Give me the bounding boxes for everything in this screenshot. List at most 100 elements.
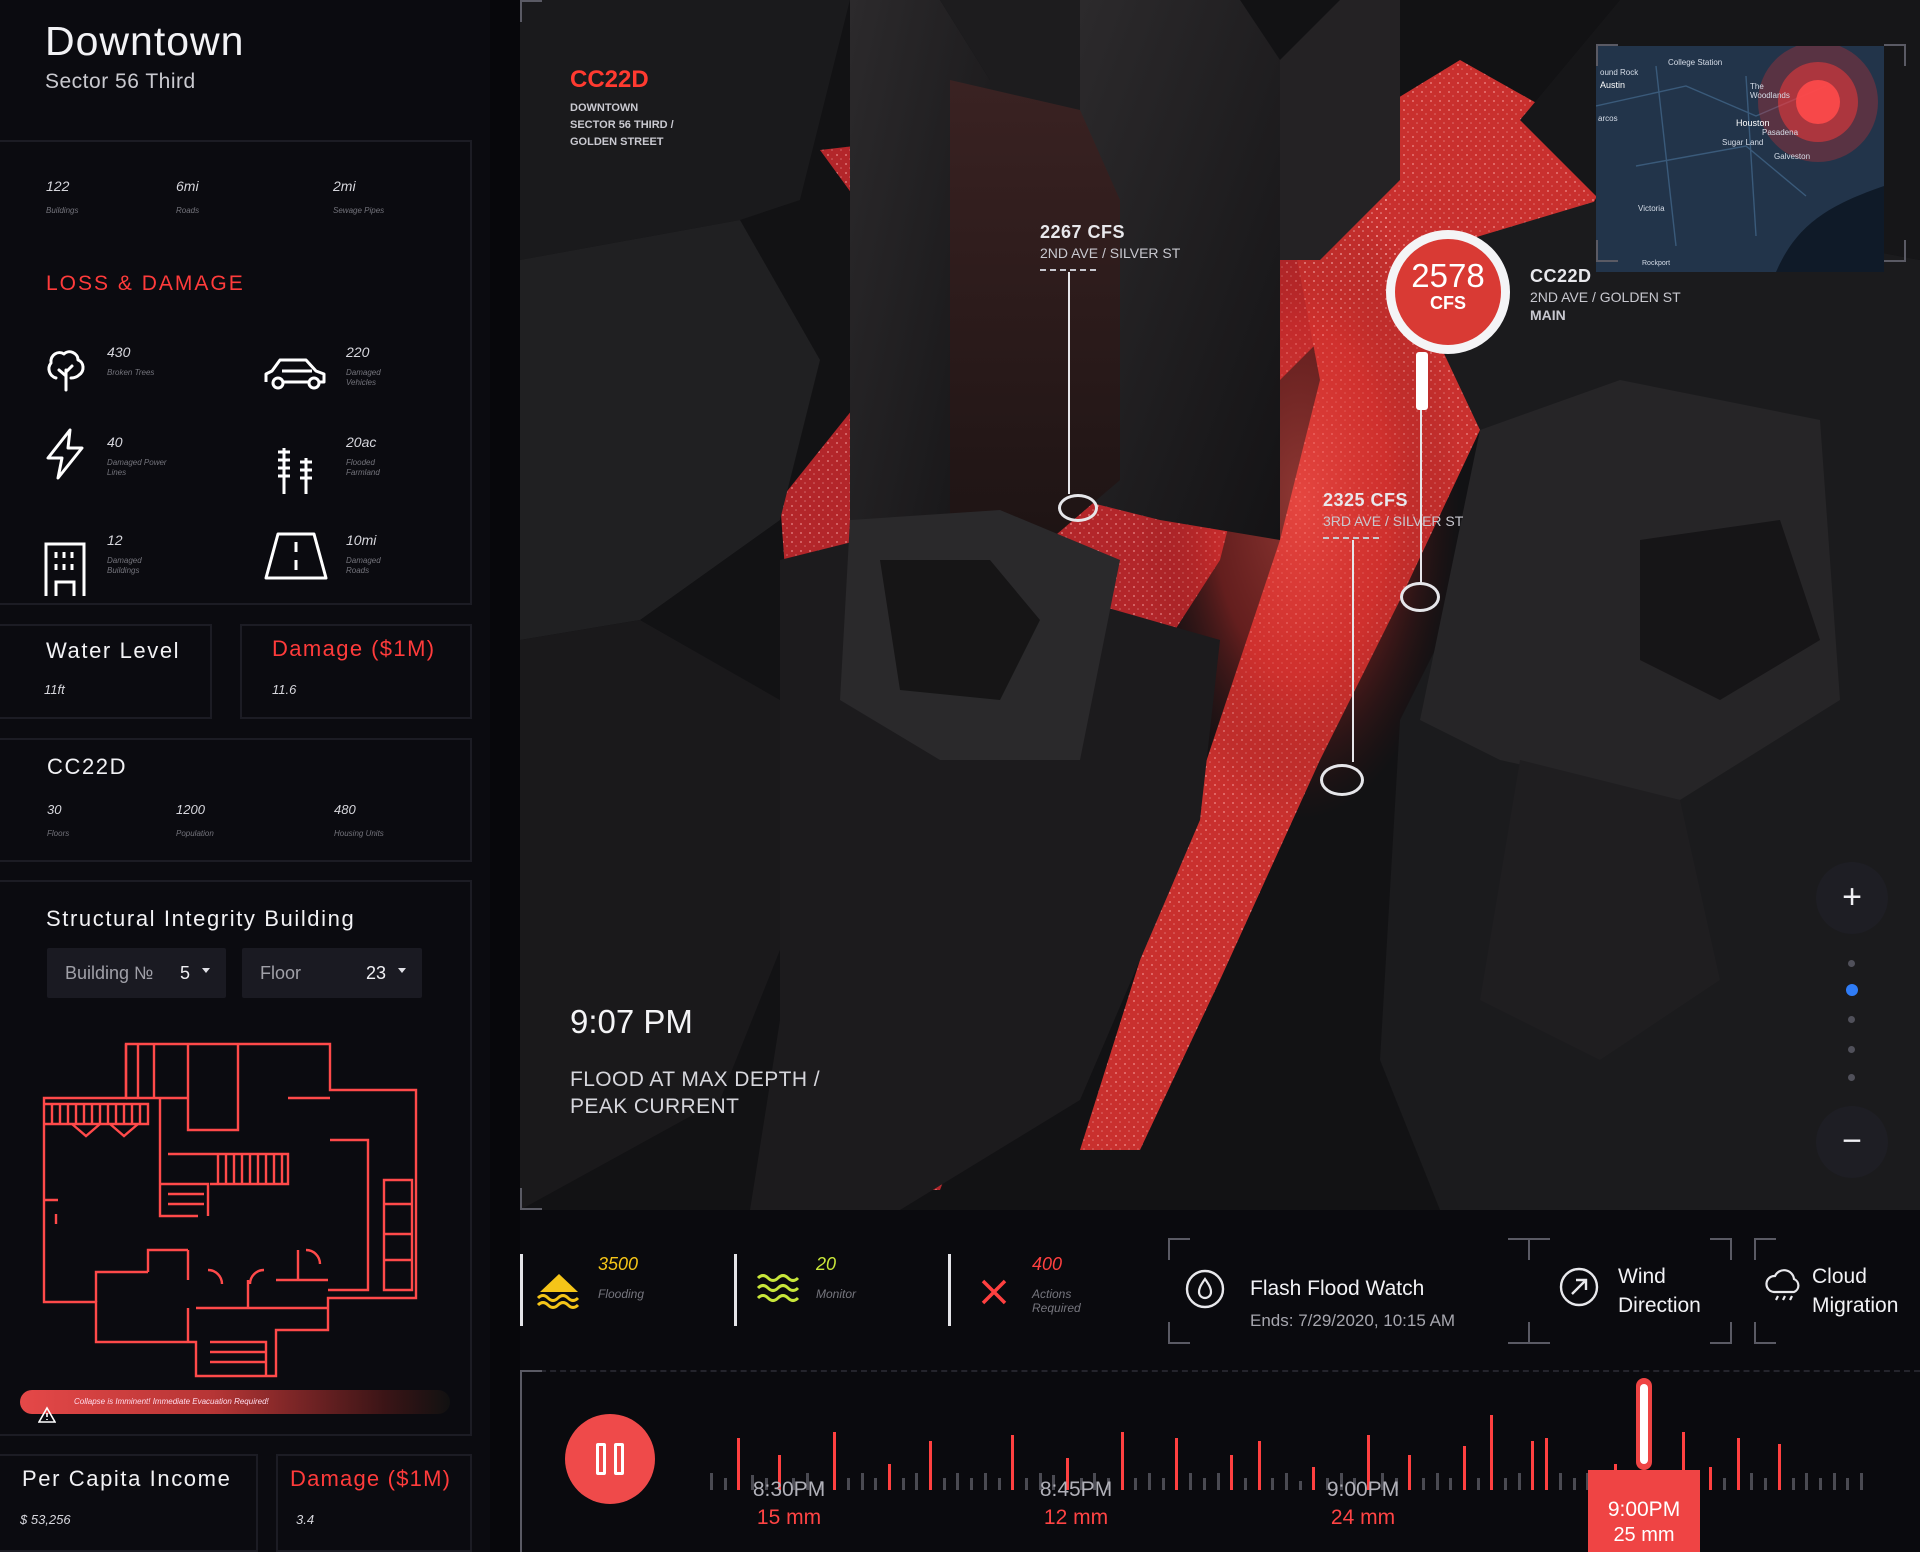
page-title: Downtown <box>45 18 245 64</box>
timeline-tick <box>887 1464 891 1490</box>
timeline-tick <box>970 1478 974 1490</box>
timeline-scrubber-handle[interactable] <box>1636 1378 1652 1470</box>
collapse-alert-bar: Collapse is Imminent! Immediate Evacuati… <box>20 1390 450 1414</box>
cloud-rain-icon[interactable] <box>1764 1266 1804 1306</box>
timeline-tick <box>942 1478 946 1490</box>
flash-flood-title[interactable]: Flash Flood Watch <box>1250 1274 1424 1303</box>
timeline-mm-3: 24 mm <box>1330 1506 1396 1529</box>
marker-line-2325 <box>1352 540 1354 762</box>
current-time: 9:07 PM <box>570 1003 693 1040</box>
damage-title-bottom: Damage ($1M) <box>290 1466 452 1491</box>
car-icon <box>262 348 330 396</box>
per-capita-value: $ 53,256 <box>20 1512 71 1527</box>
timeline-tick <box>1504 1478 1508 1490</box>
lightning-icon <box>38 426 94 482</box>
timeline-tick <box>710 1473 713 1490</box>
zoom-in-button[interactable]: + <box>1816 862 1888 934</box>
location-address: DOWNTOWN SECTOR 56 THIRD / GOLDEN STREET <box>570 102 674 148</box>
timeline-time-1: 8:30PM <box>752 1478 826 1501</box>
main-marker-line <box>1420 390 1422 584</box>
timeline-tick <box>1257 1441 1261 1490</box>
main-marker-stem <box>1416 352 1428 410</box>
legend-actions: 400 Actions Required <box>1032 1254 1081 1316</box>
timeline-tick <box>1161 1478 1165 1490</box>
timeline-tick <box>1271 1478 1275 1490</box>
building-number-dropdown[interactable]: Building № 5 <box>47 948 226 998</box>
water-drop-icon[interactable] <box>1184 1268 1226 1310</box>
location-code: CC22D <box>570 66 649 93</box>
marker-label-2267: 2267 CFS 2ND AVE / SILVER ST <box>1040 222 1180 271</box>
zoom-level-dot[interactable] <box>1848 960 1855 967</box>
floor-plan <box>42 1042 418 1378</box>
timeline-tick <box>1791 1478 1795 1490</box>
timeline-tick <box>846 1478 850 1490</box>
wind-arrow-icon[interactable] <box>1558 1266 1600 1308</box>
flood-icon <box>536 1274 580 1309</box>
pause-button[interactable] <box>565 1414 655 1504</box>
timeline-tick <box>1011 1435 1015 1490</box>
waves-icon <box>756 1274 800 1302</box>
timeline-tick <box>860 1473 864 1490</box>
timeline-tick <box>1148 1473 1152 1490</box>
timeline-tick <box>1421 1478 1425 1490</box>
warning-icon <box>38 1406 56 1423</box>
chevron-down-icon <box>202 968 210 973</box>
pause-icon <box>596 1443 606 1475</box>
timeline-tick <box>929 1441 933 1490</box>
timeline-tick <box>1462 1446 1466 1490</box>
timeline-current-marker[interactable]: 9:00PM 25 mm <box>1588 1470 1700 1552</box>
timeline-tick <box>983 1473 987 1490</box>
stat-population: 1200 Population <box>176 802 214 838</box>
timeline-tick <box>1285 1473 1288 1490</box>
timeline-time-3: 9:00PM <box>1326 1478 1400 1501</box>
water-level-value: 11ft <box>44 682 65 697</box>
zoom-level-dot[interactable] <box>1848 1016 1855 1023</box>
timeline-tick <box>1189 1473 1193 1490</box>
marker-ring-2325[interactable] <box>1320 764 1364 796</box>
timeline-tick <box>1216 1473 1220 1490</box>
timeline-tick <box>1764 1478 1768 1490</box>
timeline-tick <box>1750 1473 1754 1490</box>
timeline-tick <box>1298 1481 1302 1490</box>
floor-dropdown[interactable]: Floor 23 <box>242 948 422 998</box>
stat-sewage: 2mi Sewage Pipes <box>333 178 385 215</box>
timeline-tick <box>1202 1478 1206 1490</box>
main-marker-badge[interactable]: 2578 CFS <box>1386 230 1510 354</box>
wind-direction-title[interactable]: Wind Direction <box>1618 1262 1701 1320</box>
zoom-level-dot[interactable] <box>1848 1046 1855 1053</box>
bottom-panel: 3500 Flooding 20 Monitor 400 Actions Req… <box>520 1210 1920 1552</box>
marker-line-2267 <box>1068 272 1070 494</box>
timeline-tick <box>956 1473 960 1490</box>
timeline-tick <box>1818 1478 1822 1490</box>
building-title: CC22D <box>47 754 128 779</box>
timeline-tick <box>1805 1473 1809 1490</box>
crops-icon <box>270 440 322 496</box>
timeline-tick <box>1230 1455 1234 1490</box>
timeline-tick <box>1517 1473 1521 1490</box>
tree-icon <box>38 340 94 396</box>
stat-roads: 6mi Roads <box>176 178 200 215</box>
main-marker-ring[interactable] <box>1400 582 1440 612</box>
timeline-tick <box>723 1478 727 1490</box>
damage-value-top: 11.6 <box>272 682 297 697</box>
stat-housing: 480 Housing Units <box>334 802 384 838</box>
marker-ring-2267[interactable] <box>1058 494 1098 522</box>
timeline-tick <box>1435 1473 1439 1490</box>
timeline-tick <box>1476 1478 1480 1490</box>
page-subtitle: Sector 56 Third <box>45 70 196 93</box>
damage-title-top: Damage ($1M) <box>272 636 436 661</box>
timeline-tick <box>1777 1444 1781 1490</box>
minimap-svg <box>1596 46 1884 272</box>
zoom-level-dot-active[interactable] <box>1846 984 1858 996</box>
zoom-level-dot[interactable] <box>1848 1074 1855 1081</box>
structural-title: Structural Integrity Building <box>46 906 356 931</box>
zoom-out-button[interactable]: − <box>1816 1106 1888 1178</box>
legend-monitor: 20 Monitor <box>816 1254 857 1301</box>
cloud-migration-title[interactable]: Cloud Migration <box>1812 1262 1898 1320</box>
road-icon <box>264 530 328 582</box>
map-3d-view[interactable]: CC22D DOWNTOWN SECTOR 56 THIRD / GOLDEN … <box>520 0 1920 1210</box>
timeline-tick <box>1531 1441 1535 1490</box>
minimap[interactable]: College Station ound Rock Austin The Woo… <box>1596 46 1884 272</box>
close-icon <box>981 1279 1007 1305</box>
timeline-tick <box>1545 1438 1549 1490</box>
